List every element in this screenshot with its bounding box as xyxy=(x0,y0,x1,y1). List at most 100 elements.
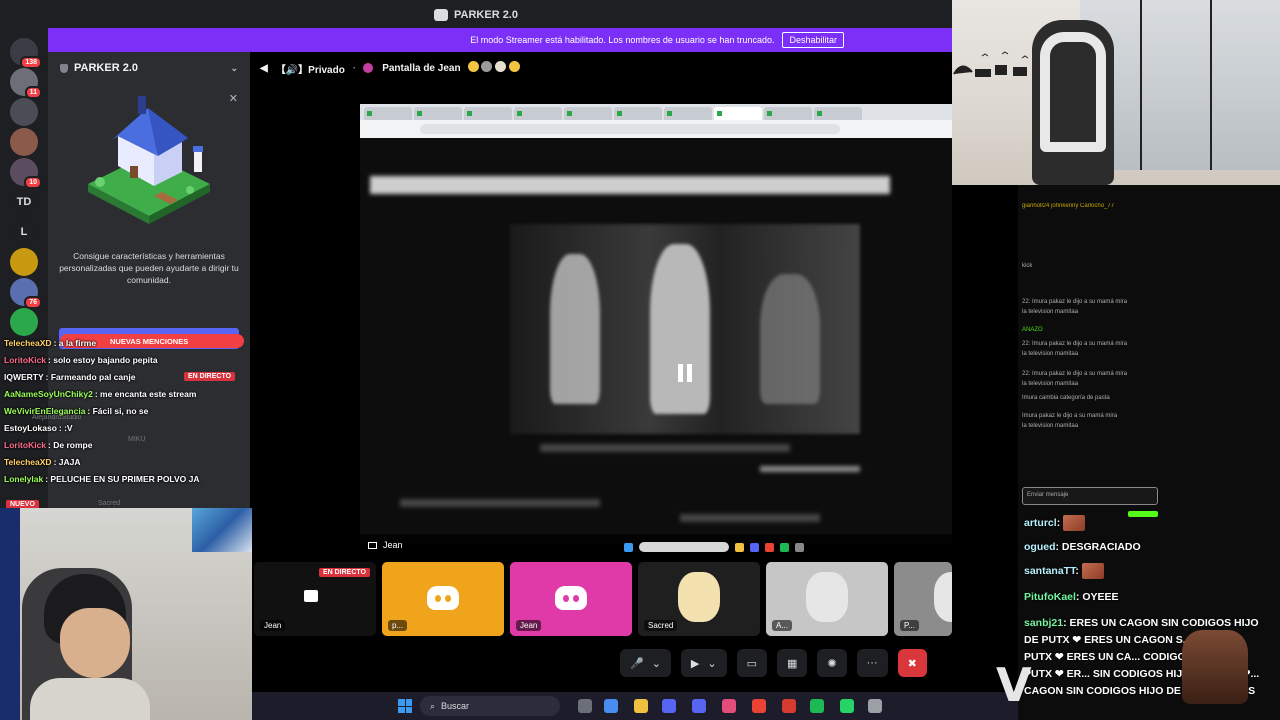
screen-share-view[interactable] xyxy=(360,104,952,544)
chat-username: TelecheaXD xyxy=(4,457,52,467)
chevron-down-icon[interactable]: ⌄ xyxy=(707,657,716,670)
discord-icon[interactable] xyxy=(692,699,706,713)
chevron-down-icon[interactable]: ⌄ xyxy=(652,657,661,670)
screen-share-icon xyxy=(304,590,318,602)
app-icon[interactable] xyxy=(782,699,796,713)
monitor-icon xyxy=(368,541,377,549)
avatar xyxy=(362,62,375,74)
browser-tab xyxy=(814,107,862,120)
browser-tab xyxy=(414,107,462,120)
soundboard-button[interactable]: ✺ xyxy=(817,649,847,677)
server-header[interactable]: PARKER 2.0 ⌄ xyxy=(48,52,250,84)
chat-message-line: PitufoKael: OYEEE xyxy=(1024,589,1264,606)
taskbar-active-app-icon[interactable] xyxy=(662,699,676,713)
more-options-icon[interactable]: ··· xyxy=(856,649,888,677)
embedded-chat-text: Imura cambia categoría de pasta xyxy=(1022,395,1110,401)
chat-username: PitufoKael xyxy=(1024,591,1076,603)
person-shirt-image xyxy=(30,678,150,720)
leave-call-button[interactable]: ✖ xyxy=(897,649,927,677)
overlay-chat-line: Lonelylak: PELUCHE EN SU PRIMER POLVO JA xyxy=(4,474,200,484)
app-icon[interactable] xyxy=(868,699,882,713)
window-title: PARKER 2.0 xyxy=(454,9,518,21)
chat-message: : me encanta este stream xyxy=(94,389,197,399)
avatar xyxy=(494,60,508,73)
embedded-chat-line: 22: Imura pakaz le dijo a su mamá mira xyxy=(1022,371,1127,377)
chat-message: : De rompe xyxy=(48,440,93,450)
chevron-down-icon[interactable]: ⌄ xyxy=(230,63,238,74)
screen-share-title: Pantalla de Jean xyxy=(382,62,461,74)
share-screen-button[interactable]: ▭ xyxy=(736,649,768,677)
disable-streamer-mode-button[interactable]: Deshabilitar xyxy=(782,32,844,48)
participant-tile[interactable]: Jean xyxy=(510,562,632,636)
chat-message-line: ogued: DESGRACIADO xyxy=(1024,539,1264,556)
activities-button[interactable]: ▦ xyxy=(777,649,808,677)
embedded-chat-line: kick xyxy=(1022,263,1032,269)
chat-input[interactable]: Enviar mensaje xyxy=(1022,487,1158,505)
search-bar xyxy=(639,542,729,552)
embedded-chat-text: ANAZO xyxy=(1022,327,1043,333)
whatsapp-icon[interactable] xyxy=(840,699,854,713)
windows-start-icon[interactable] xyxy=(398,699,412,713)
participant-name: Jean xyxy=(260,620,286,631)
embedded-chat-text: Imura pakaz le dijo a su mamá mira xyxy=(1022,413,1118,419)
participant-name: p... xyxy=(388,620,408,631)
blurred-text xyxy=(680,514,820,522)
avatar[interactable] xyxy=(10,308,38,336)
avatar xyxy=(934,572,952,622)
server-icon[interactable]: L xyxy=(10,218,38,246)
discord-home-icon[interactable]: 138 xyxy=(10,38,42,69)
embedded-chat-text: la television mamitaa xyxy=(1022,309,1079,315)
task-view-icon[interactable] xyxy=(578,699,592,713)
participant-name: Sacred xyxy=(644,620,678,631)
participant-tile[interactable]: Sacred xyxy=(638,562,760,636)
live-badge: EN DIRECTO xyxy=(184,372,236,381)
emote-image xyxy=(1182,630,1248,704)
avatar xyxy=(466,60,480,73)
browser-tab xyxy=(464,107,512,120)
avatar xyxy=(678,572,720,622)
avatar[interactable] xyxy=(10,248,38,276)
spotify-icon[interactable] xyxy=(810,699,824,713)
embedded-chat-line: la television mamitaa xyxy=(1022,381,1078,387)
blurred-text xyxy=(540,444,790,452)
chat-separator: : xyxy=(1075,565,1082,577)
microphone-button[interactable]: 🎤 ⌄ xyxy=(620,649,671,677)
chat-username: Lonelylak xyxy=(4,474,44,484)
avatar[interactable]: 11 xyxy=(10,68,42,99)
promo-description: Consigue características y herramientas … xyxy=(59,251,239,285)
pause-icon[interactable] xyxy=(678,364,692,382)
widgets-icon[interactable] xyxy=(604,699,618,713)
camera-button[interactable]: ▶ ⌄ xyxy=(680,649,727,677)
wall-decal-image xyxy=(953,51,1029,77)
shared-browser-urlbar xyxy=(360,120,952,138)
embedded-chat-line: ANAZO xyxy=(1022,327,1043,333)
mention-badge: 10 xyxy=(24,176,42,189)
embedded-chat-line: 22: Imura pakaz le dijo a su mamá mira xyxy=(1022,341,1127,347)
app-icon[interactable] xyxy=(722,699,736,713)
embedded-chat-text: 22: Imura pakaz le dijo a su mamá mira xyxy=(1022,371,1128,377)
close-icon[interactable]: ✕ xyxy=(229,92,238,105)
server-icon[interactable]: TD xyxy=(10,188,38,216)
participant-tile[interactable]: A... xyxy=(766,562,888,636)
chat-message: : JAJA xyxy=(53,457,81,467)
avatar[interactable] xyxy=(10,128,38,156)
browser-tab xyxy=(564,107,612,120)
server-initials: L xyxy=(20,226,28,238)
gear-server-icon[interactable] xyxy=(10,98,38,126)
chrome-icon[interactable] xyxy=(752,699,766,713)
participant-tile[interactable]: EN DIRECTO Jean xyxy=(254,562,376,636)
streamer-banner-text: El modo Streamer está habilitado. Los no… xyxy=(470,35,775,45)
participant-tile[interactable]: p... xyxy=(382,562,504,636)
embedded-chat-capture: gianholl24 johnkenny Carlocho_77 kick 22: … xyxy=(1018,185,1168,510)
chat-username: IQWERTY xyxy=(4,372,44,382)
taskbar-search[interactable]: ⌕ Buscar xyxy=(420,696,560,716)
embedded-chat-line: 22: Imura pakaz le dijo a su mamá mira xyxy=(1022,299,1127,305)
chat-message: : Fácil si, no se xyxy=(87,406,149,416)
avatar[interactable]: 76 xyxy=(10,278,42,309)
emote-image xyxy=(1063,515,1086,532)
chat-message-line: santanaTT: xyxy=(1024,563,1264,580)
avatar[interactable]: 10 xyxy=(10,158,42,189)
chat-username: santanaTT xyxy=(1024,565,1076,577)
file-explorer-icon[interactable] xyxy=(634,699,648,713)
participant-tile[interactable]: P... xyxy=(894,562,952,636)
